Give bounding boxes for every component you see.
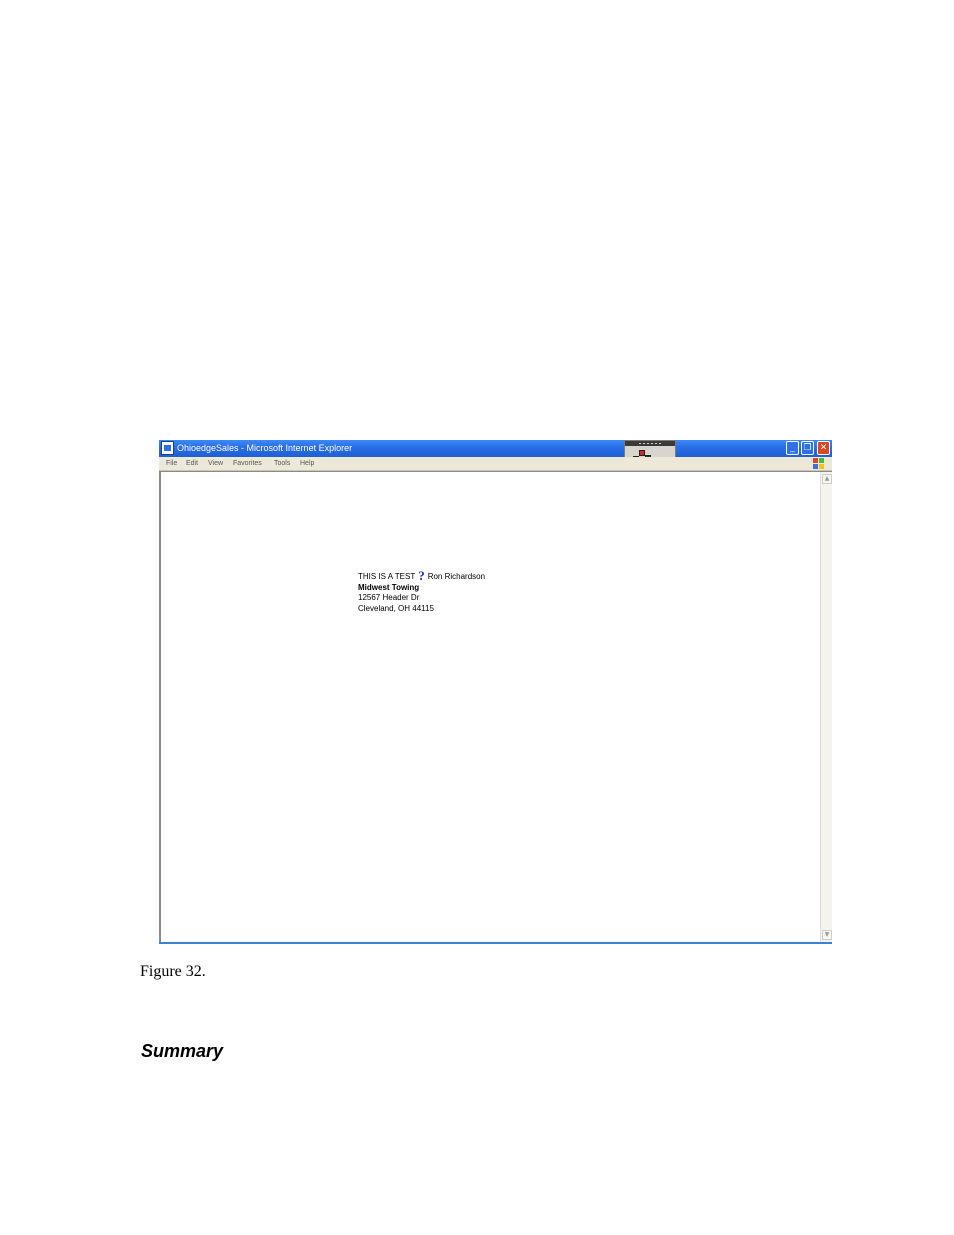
street-address: 12567 Header Dr — [358, 593, 420, 602]
toolbar-grip-handle[interactable] — [625, 441, 675, 446]
city-state-zip: Cleveland, OH 44115 — [358, 603, 434, 613]
windows-logo-icon — [813, 458, 825, 470]
figure-caption: Figure 32. — [140, 963, 206, 980]
minimize-button[interactable]: _ — [786, 441, 799, 455]
contact-name: Ron Richardson — [427, 572, 486, 581]
menu-help[interactable]: Help — [300, 459, 314, 469]
maximize-button[interactable]: ❐ — [801, 441, 814, 455]
window-title: OhioedgeSales - Microsoft Internet Explo… — [177, 443, 353, 453]
test-line: THIS IS A TEST? Ron Richardson — [358, 569, 486, 583]
vertical-scrollbar[interactable]: ▲ ▼ — [820, 472, 832, 942]
window-bottom-border — [159, 942, 832, 944]
internet-explorer-icon — [161, 441, 174, 455]
menu-view[interactable]: View — [208, 459, 223, 469]
company-name: Midwest Towing — [358, 582, 420, 592]
test-label: THIS IS A TEST — [358, 572, 416, 581]
menu-tools[interactable]: Tools — [274, 459, 290, 469]
menu-edit[interactable]: Edit — [186, 459, 198, 469]
scroll-down-arrow-icon[interactable]: ▼ — [822, 930, 832, 940]
title-bar[interactable]: OhioedgeSales - Microsoft Internet Explo… — [159, 440, 832, 457]
help-question-icon[interactable]: ? — [418, 569, 425, 582]
section-heading: Summary — [141, 1041, 224, 1061]
menu-file[interactable]: File — [166, 459, 177, 469]
scroll-up-arrow-icon[interactable]: ▲ — [822, 474, 832, 484]
page-viewport: THIS IS A TEST? Ron Richardson Midwest To… — [159, 471, 832, 942]
contact-block: THIS IS A TEST? Ron Richardson Midwest To… — [358, 569, 486, 614]
browser-window-screenshot: OhioedgeSales - Microsoft Internet Explo… — [159, 440, 832, 944]
menu-favorites[interactable]: Favorites — [233, 459, 262, 469]
close-button[interactable]: ✕ — [817, 441, 830, 455]
menu-bar: File Edit View Favorites Tools Help — [159, 457, 832, 471]
